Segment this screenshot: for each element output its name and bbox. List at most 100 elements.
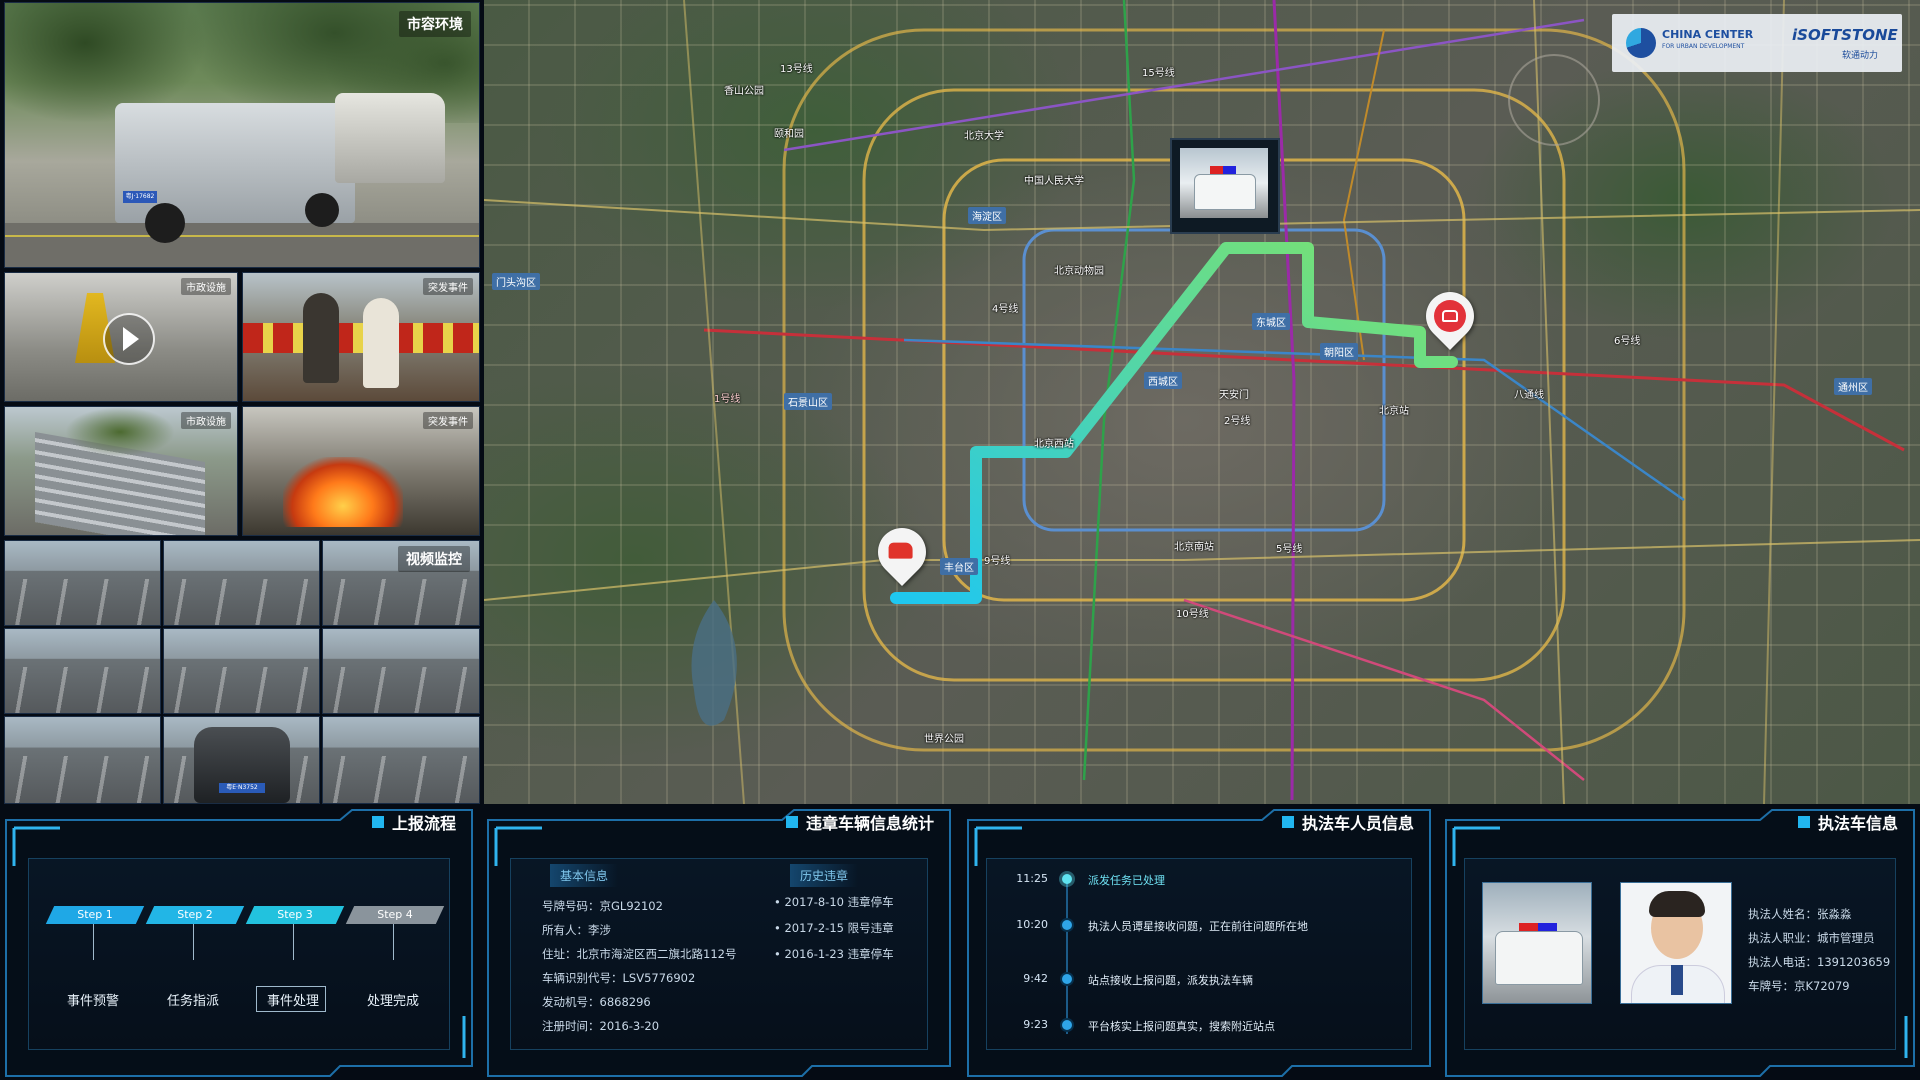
camera-feed[interactable] bbox=[4, 716, 161, 804]
camera-feed[interactable] bbox=[163, 628, 320, 714]
tile-tag-facility: 市政设施 bbox=[181, 278, 231, 295]
panel-title: 执法车信息 bbox=[1797, 810, 1898, 834]
district-label: 丰台区 bbox=[940, 558, 978, 575]
step-4-badge[interactable]: Step 4 bbox=[345, 906, 445, 924]
metro-label: 八通线 bbox=[1514, 390, 1544, 401]
metro-label: 15号线 bbox=[1142, 68, 1175, 79]
history-item: • 2017-8-10 违章停车 bbox=[774, 895, 894, 909]
cud-logo-icon bbox=[1626, 28, 1656, 58]
tile-tag-urban-environment: 市容环境 bbox=[399, 11, 471, 37]
basic-info-chip: 基本信息 bbox=[550, 864, 619, 887]
vin: 车辆识别代号：LSV5776902 bbox=[542, 971, 696, 985]
timeline-text: 执法人员谭星接收问题，正在前往问题所在地 bbox=[1088, 920, 1308, 933]
timeline-text: 派发任务已处理 bbox=[1088, 874, 1165, 887]
place-label: 颐和园 bbox=[774, 129, 804, 140]
step-connector bbox=[93, 924, 94, 960]
video-monitor-grid: 粤E·N3752 视频监控 bbox=[4, 540, 480, 804]
timeline-time: 9:23 bbox=[1023, 1018, 1048, 1031]
metro-label: 1号线 bbox=[714, 394, 741, 405]
tile-tag-facility-2: 市政设施 bbox=[181, 412, 231, 429]
video-tile-facility-2[interactable]: 市政设施 bbox=[4, 406, 238, 536]
patrol-car-callout[interactable] bbox=[1170, 138, 1280, 234]
panel-title: 上报流程 bbox=[371, 810, 456, 834]
metro-label: 2号线 bbox=[1224, 416, 1251, 427]
timeline-dot-active bbox=[1062, 874, 1072, 884]
video-tile-facility-1[interactable]: 市政设施 bbox=[4, 272, 238, 402]
place-label: 北京大学 bbox=[964, 131, 1004, 142]
camera-feed[interactable] bbox=[4, 540, 161, 626]
map-roads-layer bbox=[484, 0, 1920, 804]
step-1-label: 事件预警 bbox=[66, 994, 119, 1009]
play-button-icon[interactable] bbox=[103, 313, 155, 365]
register-date: 注册时间：2016-3-20 bbox=[542, 1019, 660, 1033]
city-map[interactable]: 海淀区 东城区 朝阳区 西城区 石景山区 丰台区 门头沟区 通州区 北京大学 中… bbox=[484, 0, 1920, 804]
history-item: • 2017-2-15 限号违章 bbox=[774, 921, 894, 935]
street-photo-tile[interactable]: 粤J·17682 市容环境 bbox=[4, 2, 480, 268]
district-label: 通州区 bbox=[1834, 378, 1872, 395]
license-plate: 粤J·17682 bbox=[123, 191, 157, 203]
timeline-text: 平台核实上报问题真实，搜索附近站点 bbox=[1088, 1020, 1275, 1033]
district-label: 西城区 bbox=[1144, 372, 1182, 389]
step-3-highlight bbox=[256, 986, 326, 1012]
place-label: 天安门 bbox=[1219, 390, 1249, 401]
place-label: 香山公园 bbox=[724, 86, 764, 97]
white-van bbox=[335, 93, 445, 183]
officer-phone: 执法人电话：1391203659 bbox=[1748, 955, 1891, 969]
camera-feed[interactable] bbox=[163, 540, 320, 626]
officer-name: 执法人姓名：张淼淼 bbox=[1748, 907, 1852, 921]
district-label: 东城区 bbox=[1252, 313, 1290, 330]
camera-feed[interactable] bbox=[4, 628, 161, 714]
enforce-plate: 车牌号：京K72079 bbox=[1748, 979, 1850, 993]
flow-inner bbox=[28, 858, 450, 1050]
officer-avatar[interactable] bbox=[1620, 882, 1732, 1004]
logo-line2: FOR URBAN DEVELOPMENT bbox=[1662, 43, 1745, 50]
place-label: 北京西站 bbox=[1034, 439, 1074, 450]
address: 住址：北京市海淀区西二旗北路112号 bbox=[542, 947, 737, 961]
place-label: 中国人民大学 bbox=[1024, 176, 1084, 187]
timeline-time: 10:20 bbox=[1016, 918, 1048, 931]
officer-job: 执法人职业：城市管理员 bbox=[1748, 931, 1875, 945]
panel-title: 执法车人员信息 bbox=[1281, 810, 1414, 834]
step-3-badge[interactable]: Step 3 bbox=[245, 906, 345, 924]
panel-title: 违章车辆信息统计 bbox=[785, 810, 934, 834]
step-1-badge[interactable]: Step 1 bbox=[45, 906, 145, 924]
metro-label: 10号线 bbox=[1176, 609, 1209, 620]
step-connector bbox=[193, 924, 194, 960]
timeline-dot bbox=[1062, 1020, 1072, 1030]
timeline-time: 9:42 bbox=[1023, 972, 1048, 985]
timeline-dot bbox=[1062, 974, 1072, 984]
tile-tag-video-monitor: 视频监控 bbox=[398, 546, 470, 572]
step-connector bbox=[293, 924, 294, 960]
timeline-text: 站点接收上报问题，派发执法车辆 bbox=[1088, 974, 1253, 987]
metro-label: 4号线 bbox=[992, 304, 1019, 315]
plate-number: 号牌号码：京GL92102 bbox=[542, 899, 663, 913]
district-label: 朝阳区 bbox=[1320, 343, 1358, 360]
step-2-label: 任务指派 bbox=[166, 994, 219, 1009]
video-tile-emergency-1[interactable]: 突发事件 bbox=[242, 272, 480, 402]
district-label: 海淀区 bbox=[968, 207, 1006, 224]
metro-label: 5号线 bbox=[1276, 544, 1303, 555]
place-label: 北京南站 bbox=[1174, 542, 1214, 553]
engine-number: 发动机号：6868296 bbox=[542, 995, 651, 1009]
logo-line1: CHINA CENTER bbox=[1662, 28, 1754, 41]
tile-tag-emergency-2: 突发事件 bbox=[423, 412, 473, 429]
tile-tag-emergency: 突发事件 bbox=[423, 278, 473, 295]
logo-card: CHINA CENTER FOR URBAN DEVELOPMENT iSOFT… bbox=[1612, 14, 1902, 72]
camera-feed[interactable] bbox=[322, 628, 480, 714]
enforcement-car-photo[interactable] bbox=[1482, 882, 1592, 1004]
license-plate: 粤E·N3752 bbox=[219, 783, 265, 793]
video-tile-emergency-2[interactable]: 突发事件 bbox=[242, 406, 480, 536]
place-label: 北京动物园 bbox=[1054, 266, 1104, 277]
metro-label: 9号线 bbox=[984, 556, 1011, 567]
place-label: 世界公园 bbox=[924, 734, 964, 745]
step-2-badge[interactable]: Step 2 bbox=[145, 906, 245, 924]
officer-panel: 执法车人员信息 11:25 派发任务已处理 10:20 执法人员谭星接收问题，正… bbox=[962, 806, 1436, 1080]
timeline-dot bbox=[1062, 920, 1072, 930]
enforce-panel: 执法车信息 执法人姓名：张淼淼 执法人职业：城市管理员 执法人电话：139120… bbox=[1440, 806, 1920, 1080]
camera-feed[interactable] bbox=[322, 716, 480, 804]
camera-feed[interactable]: 粤E·N3752 bbox=[163, 716, 320, 804]
district-label: 石景山区 bbox=[784, 393, 832, 410]
step-4-label: 处理完成 bbox=[366, 994, 419, 1009]
flow-panel: 上报流程 Step 1 Step 2 Step 3 Step 4 事件预警 任务… bbox=[0, 806, 478, 1080]
timeline-axis bbox=[1066, 878, 1068, 1034]
